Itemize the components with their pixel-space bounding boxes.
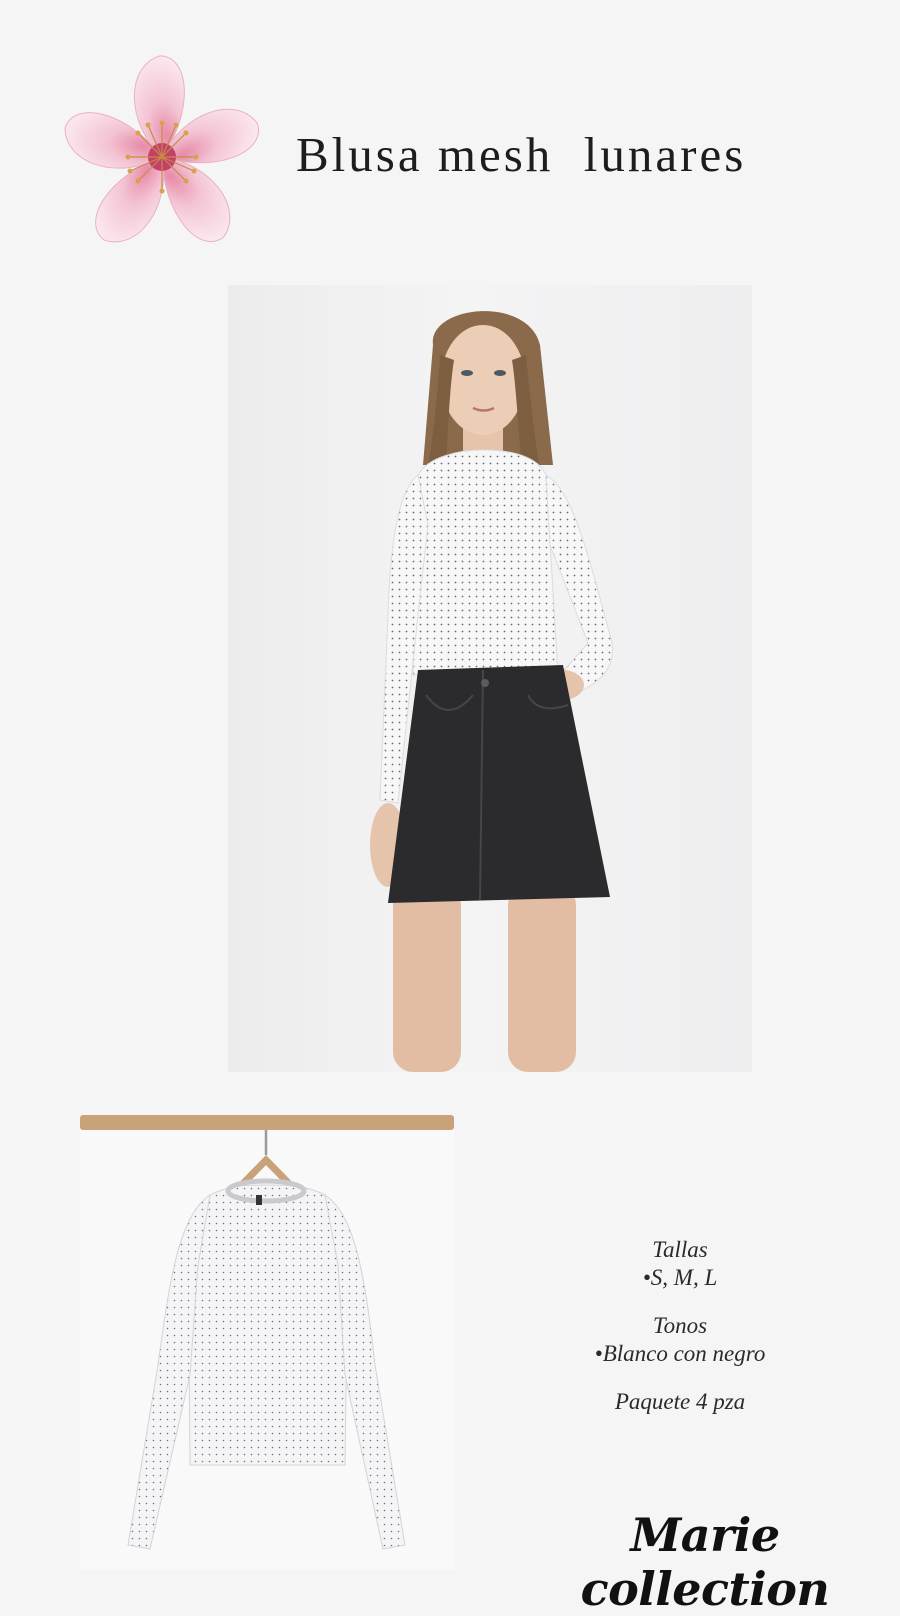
- package-text: Paquete 4 pza: [614, 1389, 746, 1414]
- sizes-label: Tallas: [652, 1237, 708, 1262]
- tones-value: •Blanco con negro: [594, 1341, 766, 1366]
- model-photo: [228, 285, 752, 1072]
- cherry-blossom-icon: [62, 52, 262, 262]
- product-info: Tallas •S, M, L Tonos •Blanco con negro …: [560, 1236, 800, 1436]
- package-block: Paquete 4 pza: [560, 1388, 800, 1416]
- hanger-blouse-photo: [80, 1115, 454, 1570]
- sizes-block: Tallas •S, M, L: [560, 1236, 800, 1292]
- tones-block: Tonos •Blanco con negro: [560, 1312, 800, 1368]
- sizes-value: •S, M, L: [642, 1265, 718, 1290]
- page-title: Blusa mesh lunares: [296, 127, 747, 182]
- tones-label: Tonos: [652, 1313, 708, 1338]
